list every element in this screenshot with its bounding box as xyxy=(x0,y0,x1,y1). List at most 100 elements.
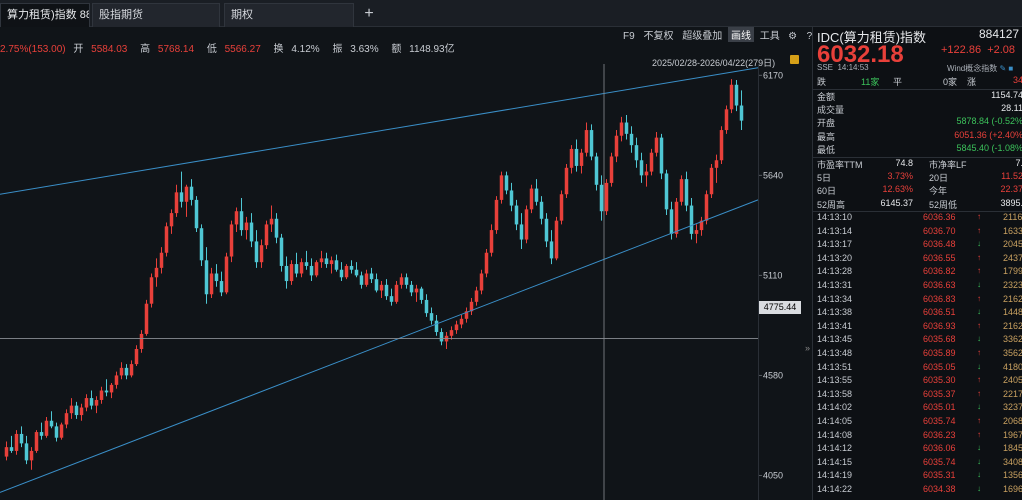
settings-icon[interactable]: ⚙ xyxy=(786,31,800,42)
candle-body xyxy=(389,296,394,302)
candle-body xyxy=(304,262,309,266)
candle-body xyxy=(634,145,639,161)
tick-row: 14:14:08 6036.23 ↑ 1967 xyxy=(817,430,1022,443)
concept-tag[interactable]: Wind概念指数 ✎ ■ xyxy=(947,63,1013,74)
candle-body xyxy=(279,237,284,266)
candle-body xyxy=(164,226,169,253)
candle-body xyxy=(99,390,104,400)
stat-row: 金额 1154.74 xyxy=(817,90,1022,103)
change-value: 2.75%(153.00) xyxy=(0,44,66,55)
candle-body xyxy=(9,447,14,451)
lower-trendline xyxy=(0,199,759,493)
tab-index-futures[interactable]: 股指期货 xyxy=(92,3,220,27)
open-label: 开 xyxy=(73,44,84,55)
candle-body xyxy=(94,399,99,406)
lock-icon[interactable] xyxy=(790,55,799,64)
stat-value: 1154.74 xyxy=(991,90,1022,100)
candle-body xyxy=(664,173,669,210)
candle-body xyxy=(729,84,734,110)
candle-body xyxy=(499,175,504,200)
metric-label: 今年 xyxy=(929,186,948,197)
candle-body xyxy=(544,218,549,242)
tick-price: 6036.06 xyxy=(923,443,956,454)
y-tick-label: 5110 xyxy=(763,270,782,280)
candle-body xyxy=(424,299,429,314)
candle-body xyxy=(399,277,404,285)
candle-body xyxy=(649,152,654,172)
candle-body xyxy=(614,135,619,157)
tick-volume: 1799 xyxy=(1003,266,1022,277)
tab-options[interactable]: 期权 xyxy=(224,3,354,27)
candle-body xyxy=(139,333,144,350)
candle-body xyxy=(229,224,234,257)
tick-volume: 1633 xyxy=(1003,225,1022,236)
candle-body xyxy=(449,330,454,336)
tab-bar: 算力租赁)指数 884 股指期货 期权 + xyxy=(0,0,1022,27)
up-label: 涨 xyxy=(967,77,977,87)
quote-info-bar: 2.75%(153.00) 开 5584.03 高 5768.14 低 5566… xyxy=(0,40,465,55)
candle-body xyxy=(44,420,49,436)
change-abs: +122.86 xyxy=(941,44,982,56)
candle-body xyxy=(524,209,529,240)
f9-button[interactable]: F9 xyxy=(620,31,638,42)
no-adjust-button[interactable]: 不复权 xyxy=(640,27,676,42)
tick-price: 6036.48 xyxy=(923,239,956,250)
candle-body xyxy=(149,277,154,304)
candle-body xyxy=(129,364,134,376)
tick-time: 14:13:28 xyxy=(817,266,853,277)
candlestick-chart[interactable]: 617056405110458040506145.37 xyxy=(0,64,802,500)
tick-row: 14:13:20 6036.55 ↑ 2437 xyxy=(817,253,1022,266)
tick-row: 14:13:28 6036.82 ↑ 1799 xyxy=(817,266,1022,279)
metric-value: 3.73% xyxy=(887,171,913,182)
candle-body xyxy=(239,211,244,231)
tick-volume: 3362 xyxy=(1003,334,1022,345)
candle-body xyxy=(609,156,614,183)
quote-time: 14:14:53 xyxy=(837,63,869,72)
candle-body xyxy=(459,318,464,325)
candle-body xyxy=(714,160,719,168)
candle-body xyxy=(234,211,239,225)
tick-row: 14:13:51 6035.05 ↓ 4180 xyxy=(817,362,1022,375)
stat-value: 6051.36 (+2.40% xyxy=(954,129,1022,140)
arrow-up-icon: ↑ xyxy=(977,348,981,357)
tick-row: 14:14:05 6035.74 ↑ 2068 xyxy=(817,416,1022,429)
tick-time: 14:13:31 xyxy=(817,280,853,290)
tick-time: 14:13:58 xyxy=(817,388,853,399)
arrow-up-icon: ↑ xyxy=(977,225,981,235)
y-tick-label: 5640 xyxy=(763,170,783,180)
candle-body xyxy=(59,424,64,438)
candle-body xyxy=(79,407,84,416)
tick-time: 14:14:15 xyxy=(817,456,853,467)
flat-label: 平 xyxy=(893,77,903,87)
turnover-value: 4.12% xyxy=(291,44,320,55)
metric-value: 7. xyxy=(1015,158,1022,168)
metric-label: 52周高 xyxy=(817,199,846,210)
tick-time: 14:13:38 xyxy=(817,307,853,318)
tick-time: 14:14:12 xyxy=(817,443,853,454)
tick-price: 6036.55 xyxy=(923,252,956,263)
tick-price: 6035.68 xyxy=(923,334,956,345)
tools-button[interactable]: 工具 xyxy=(757,27,783,42)
candle-body xyxy=(69,405,74,414)
candle-body xyxy=(369,273,374,280)
candle-body xyxy=(104,390,109,393)
candle-body xyxy=(344,265,349,278)
tab-idc-index[interactable]: 算力租赁)指数 884 xyxy=(0,3,90,27)
tick-volume: 3408 xyxy=(1003,456,1022,467)
tick-volume: 4180 xyxy=(1003,361,1022,372)
tick-volume: 2162 xyxy=(1003,293,1022,304)
arrow-down-icon: ↓ xyxy=(977,361,981,371)
candle-body xyxy=(514,205,519,225)
add-tab-button[interactable]: + xyxy=(357,3,381,27)
candle-body xyxy=(604,182,609,212)
candle-body xyxy=(294,264,299,274)
candle-body xyxy=(74,405,79,416)
candle-body xyxy=(624,122,629,134)
candle-body xyxy=(29,450,34,461)
super-overlay-button[interactable]: 超级叠加 xyxy=(679,27,725,42)
quote-panel: IDC(算力租赁)指数 884127 6032.18 +122.86 +2.08… xyxy=(812,27,1022,500)
draw-line-button[interactable]: 画线 xyxy=(728,27,755,42)
candle-body xyxy=(174,192,179,214)
candle-body xyxy=(14,433,19,451)
candle-body xyxy=(329,260,334,265)
